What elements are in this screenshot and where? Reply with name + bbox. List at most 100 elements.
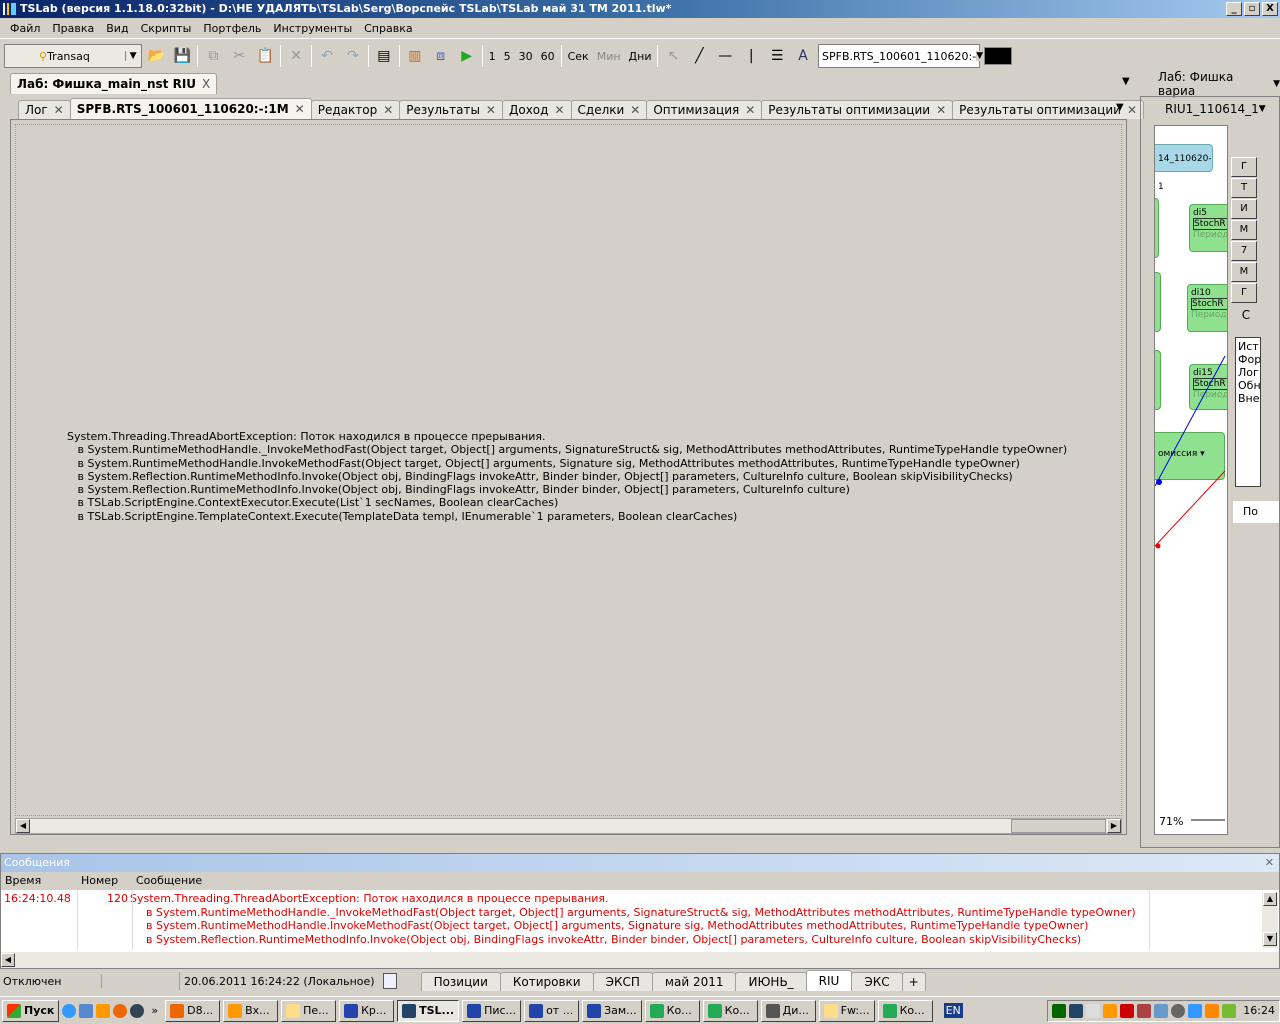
- zoom-slider[interactable]: [1191, 819, 1225, 821]
- tray-icon[interactable]: [1171, 1003, 1186, 1018]
- open-icon[interactable]: 📂: [146, 45, 168, 67]
- task-tslab[interactable]: TSL...: [397, 999, 460, 1022]
- message-row[interactable]: 16:24:10.48 120 System.Threading.ThreadAbo…: [1, 890, 1279, 950]
- column-time[interactable]: Время: [1, 872, 77, 890]
- tab-trades[interactable]: Сделки ✕: [570, 100, 648, 119]
- nvidia-icon[interactable]: [1222, 1003, 1237, 1018]
- interval-1[interactable]: 1: [487, 50, 498, 63]
- tabs-dropdown-icon[interactable]: ▼: [1116, 102, 1124, 113]
- acrobat-icon[interactable]: [1120, 1003, 1135, 1018]
- menu-file[interactable]: Файл: [4, 22, 46, 35]
- chevron-down-icon[interactable]: ▼: [1259, 104, 1266, 114]
- chart-icon[interactable]: ▥: [404, 45, 426, 67]
- line-tool-icon[interactable]: ╱: [688, 45, 710, 67]
- security-select[interactable]: SPFB.RTS_100601_110620:- ▼: [818, 44, 984, 68]
- copy-icon[interactable]: ⧉: [202, 45, 224, 67]
- minimize-button[interactable]: _: [1226, 2, 1242, 16]
- outlook-tray-icon[interactable]: [1103, 1003, 1118, 1018]
- task-word[interactable]: Зам...: [582, 999, 642, 1022]
- scroll-up-icon[interactable]: ▲: [1263, 892, 1277, 906]
- tab-riu[interactable]: RIU: [805, 970, 853, 991]
- tab-overflow-icon[interactable]: ▼: [1122, 76, 1130, 87]
- tab-optimization-results-1[interactable]: Результаты оптимизации ✕: [761, 100, 954, 119]
- text-tool-icon[interactable]: A: [792, 45, 814, 67]
- task-word[interactable]: Кр...: [339, 999, 395, 1022]
- cursor-icon[interactable]: ↖: [662, 45, 684, 67]
- java-icon[interactable]: [1086, 1003, 1101, 1018]
- task-excel[interactable]: Ко...: [702, 999, 758, 1022]
- tab-income[interactable]: Доход ✕: [501, 100, 572, 119]
- close-button[interactable]: X: [1262, 2, 1278, 16]
- scroll-right-icon[interactable]: ▶: [1107, 819, 1121, 833]
- properties-icon[interactable]: ▤: [373, 45, 395, 67]
- paste-icon[interactable]: 📋: [254, 45, 276, 67]
- list-item[interactable]: Обн: [1238, 379, 1260, 392]
- notes-icon[interactable]: [382, 973, 397, 989]
- list-item[interactable]: Вне: [1238, 392, 1260, 405]
- side-button[interactable]: М: [1231, 262, 1257, 282]
- task-mail[interactable]: Fw:...: [818, 999, 875, 1022]
- chevron-down-icon[interactable]: ▼: [1273, 79, 1280, 89]
- task-mail[interactable]: Пе...: [281, 999, 337, 1022]
- close-icon[interactable]: ✕: [295, 102, 305, 116]
- tab-may-2011[interactable]: май 2011: [651, 972, 737, 991]
- horizontal-scrollbar[interactable]: ◀ ▶: [15, 818, 1122, 834]
- close-icon[interactable]: ✕: [1265, 854, 1274, 872]
- side-button[interactable]: Т: [1231, 178, 1257, 198]
- right-doc-tab[interactable]: Лаб: Фишка вариа ▼: [1150, 70, 1280, 98]
- close-icon[interactable]: ✕: [383, 103, 393, 117]
- fibonacci-icon[interactable]: ☰: [766, 45, 788, 67]
- language-indicator[interactable]: EN: [943, 1003, 963, 1018]
- unit-days[interactable]: Дни: [627, 50, 654, 63]
- tab-results[interactable]: Результаты ✕: [399, 100, 503, 119]
- menu-portfolio[interactable]: Портфель: [197, 22, 267, 35]
- vline-tool-icon[interactable]: |: [740, 45, 762, 67]
- quicklaunch-icon[interactable]: [79, 1003, 94, 1018]
- tray-icon[interactable]: [1188, 1003, 1203, 1018]
- undo-icon[interactable]: ↶: [316, 45, 338, 67]
- side-button[interactable]: Г: [1231, 157, 1257, 177]
- close-icon[interactable]: ✕: [630, 103, 640, 117]
- quicklaunch-more[interactable]: »: [147, 1004, 162, 1017]
- scroll-left-icon[interactable]: ◀: [16, 819, 30, 833]
- right-sub-tab[interactable]: RIU1_110614_1 ▼: [1155, 100, 1279, 118]
- tab-june[interactable]: ИЮНЬ_: [735, 972, 807, 991]
- cut-icon[interactable]: ✂: [228, 45, 250, 67]
- messages-horizontal-scrollbar[interactable]: ◀: [1, 952, 1279, 968]
- tab-editor[interactable]: Редактор ✕: [310, 100, 401, 119]
- firefox-icon[interactable]: [113, 1003, 128, 1018]
- property-list[interactable]: Ист Фор Лог Обн Вне: [1235, 337, 1261, 487]
- task-terminal[interactable]: Ди...: [760, 999, 816, 1022]
- tslab-tray-icon[interactable]: [1069, 1003, 1084, 1018]
- security-icon[interactable]: [1205, 1003, 1220, 1018]
- side-button[interactable]: Г: [1231, 283, 1257, 303]
- tab-quotes[interactable]: Котировки: [499, 972, 594, 991]
- volume-icon[interactable]: [1137, 1003, 1152, 1018]
- tab-chart[interactable]: SPFB.RTS_100601_110620:-:1M ✕: [69, 98, 312, 119]
- close-icon[interactable]: ✕: [486, 103, 496, 117]
- tab-positions[interactable]: Позиции: [420, 972, 501, 991]
- close-icon[interactable]: ✕: [745, 103, 755, 117]
- tab-exp[interactable]: ЭКСП: [592, 972, 653, 991]
- ie-icon[interactable]: [62, 1003, 77, 1018]
- side-button[interactable]: 7: [1231, 241, 1257, 261]
- outlook-icon[interactable]: [96, 1003, 111, 1018]
- maximize-button[interactable]: ▫: [1244, 2, 1260, 16]
- column-message[interactable]: Сообщение: [132, 872, 1279, 890]
- run-icon[interactable]: ▶: [456, 45, 478, 67]
- task-word[interactable]: Пис...: [462, 999, 522, 1022]
- interval-30[interactable]: 30: [517, 50, 535, 63]
- menu-view[interactable]: Вид: [100, 22, 134, 35]
- delete-icon[interactable]: ✕: [285, 45, 307, 67]
- unit-min[interactable]: Мин: [595, 50, 623, 63]
- tab-optimization[interactable]: Оптимизация ✕: [646, 100, 763, 119]
- hline-tool-icon[interactable]: —: [714, 45, 736, 67]
- close-icon[interactable]: ✕: [554, 103, 564, 117]
- side-button[interactable]: М: [1231, 220, 1257, 240]
- side-button[interactable]: И: [1231, 199, 1257, 219]
- tab-eks[interactable]: ЭКС: [851, 972, 903, 991]
- provider-select[interactable]: ⚲ Transaq ▼: [4, 44, 142, 68]
- tab-log[interactable]: Лог ✕: [18, 100, 71, 119]
- column-number[interactable]: Номер: [77, 872, 132, 890]
- scroll-left-icon[interactable]: ◀: [1, 953, 15, 967]
